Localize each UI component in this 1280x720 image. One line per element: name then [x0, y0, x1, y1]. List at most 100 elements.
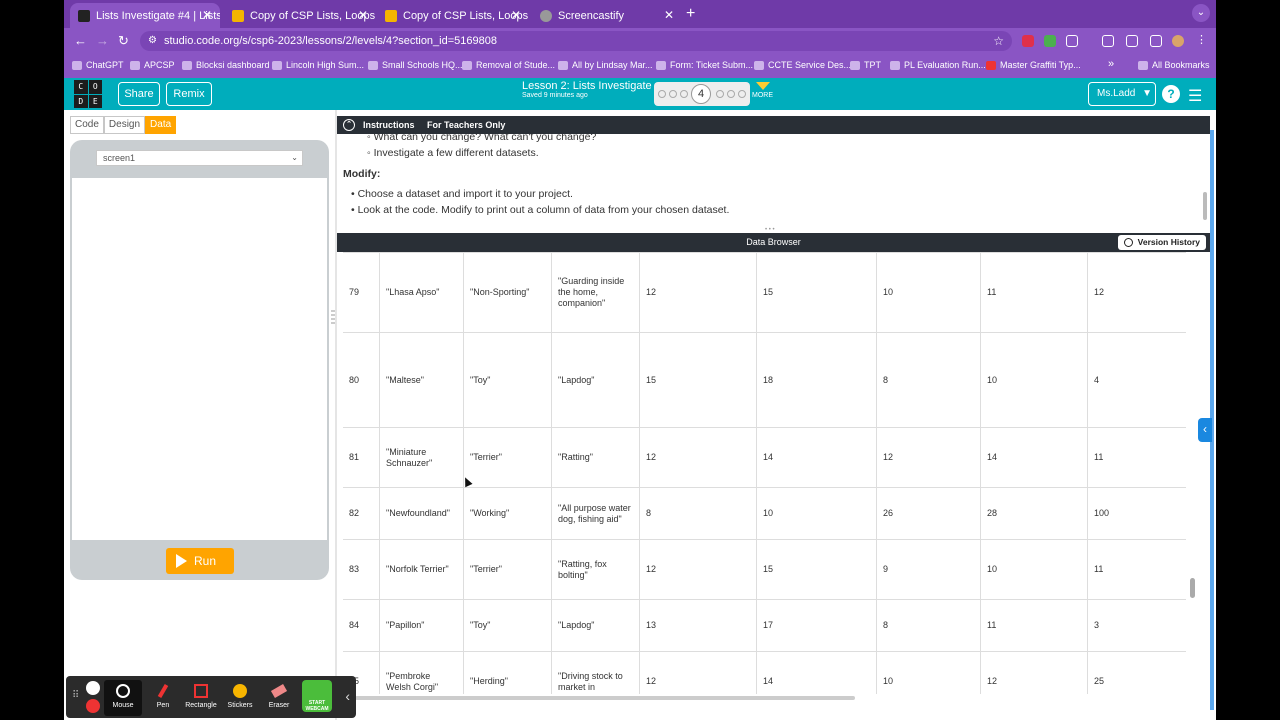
resize-handle[interactable]: • • • [337, 226, 1210, 233]
bookmark-item[interactable]: Master Graffiti Typ... [986, 60, 1081, 70]
tab-instructions[interactable]: Instructions [363, 120, 415, 130]
bookmark-item[interactable]: Form: Ticket Subm... [656, 60, 753, 70]
bookmark-item[interactable]: TPT [850, 60, 881, 70]
pause-icon[interactable] [86, 681, 100, 695]
resize-handle[interactable] [331, 310, 335, 324]
bookmark-item[interactable]: ChatGPT [72, 60, 124, 70]
scroll-thumb[interactable] [1203, 192, 1207, 220]
tab-design[interactable]: Design [103, 116, 146, 134]
level-dot[interactable] [738, 90, 746, 98]
bookmark-item[interactable]: Lincoln High Sum... [272, 60, 364, 70]
table-cell: "Norfolk Terrier" [379, 540, 463, 599]
screen-select[interactable]: screen1 ⌄ [96, 150, 303, 166]
profile-avatar[interactable] [1172, 35, 1184, 47]
site-info-icon[interactable]: ⚙ [148, 31, 157, 51]
table-cell: "Papillon" [379, 600, 463, 651]
close-icon[interactable]: ✕ [358, 8, 368, 22]
tab-for-teachers-only[interactable]: For Teachers Only [427, 120, 505, 130]
table-cell: 15 [756, 540, 876, 599]
table-cell: 11 [1087, 540, 1186, 599]
all-bookmarks[interactable]: All Bookmarks [1138, 60, 1210, 70]
help-icon[interactable]: ? [1162, 85, 1180, 103]
close-icon[interactable]: ✕ [202, 8, 212, 22]
bookmark-item[interactable]: Blocksi dashboard [182, 60, 270, 70]
scroll-thumb[interactable] [1190, 578, 1195, 598]
close-icon[interactable]: ✕ [511, 8, 521, 22]
level-dot[interactable] [669, 90, 677, 98]
share-button[interactable]: Share [118, 82, 160, 106]
tab-code[interactable]: Code [70, 116, 104, 134]
hamburger-menu-icon[interactable]: ☰ [1188, 86, 1202, 106]
reload-icon[interactable]: ↻ [118, 33, 129, 49]
collapse-toolbar-icon[interactable]: ‹ [345, 688, 350, 704]
run-button[interactable]: Run [166, 548, 234, 574]
tool-eraser[interactable]: Eraser [260, 680, 298, 716]
tab-lists-investigate[interactable]: Lists Investigate #4 | Lists, Lo ✕ [70, 3, 220, 28]
more-menu-icon[interactable]: ⋮ [1196, 33, 1207, 46]
table-row[interactable]: 80 "Maltese" "Toy" "Lapdog" 15 18 8 10 4 [343, 332, 1186, 427]
level-dot[interactable] [658, 90, 666, 98]
code-org-logo[interactable]: C O D E [74, 80, 102, 108]
drag-handle-icon[interactable]: ⠿ [72, 690, 79, 701]
bookmark-item[interactable]: APCSP [130, 60, 175, 70]
modify-heading: Modify: [343, 168, 381, 180]
more-bookmarks-icon[interactable]: » [1108, 58, 1114, 70]
table-row[interactable]: 83 "Norfolk Terrier" "Terrier" "Ratting, fo… [343, 539, 1186, 599]
tab-copy-csp-2[interactable]: Copy of CSP Lists, Loops, an ✕ [377, 3, 529, 28]
version-history-button[interactable]: Version History [1117, 235, 1206, 250]
new-tab-icon[interactable]: + [686, 5, 695, 23]
bookmark-item[interactable]: CCTE Service Des... [754, 60, 851, 70]
more-levels-button[interactable]: MORE [752, 82, 773, 99]
table-row[interactable]: 84 "Papillon" "Toy" "Lapdog" 13 17 8 11 3 [343, 599, 1186, 651]
back-icon[interactable]: ← [74, 33, 87, 48]
forward-icon[interactable]: → [96, 33, 109, 48]
bookmark-item[interactable]: PL Evaluation Run... [890, 60, 986, 70]
extension-icon[interactable] [1044, 35, 1056, 47]
bookmark-item[interactable]: Removal of Stude... [462, 60, 555, 70]
list-item: ◦ Investigate a few different datasets. [367, 147, 539, 159]
start-webcam-button[interactable]: START WEBCAM [302, 680, 332, 712]
expand-panel-icon[interactable]: ‹ [1198, 418, 1212, 442]
bookmark-item[interactable]: Small Schools HQ... [368, 60, 463, 70]
folder-icon [130, 60, 140, 70]
bookmark-star-icon[interactable]: ☆ [993, 31, 1004, 51]
table-row[interactable]: 79 "Lhasa Apso" "Non-Sporting" "Guarding in… [343, 252, 1186, 332]
instructions-scrollbar[interactable] [1202, 134, 1208, 224]
chevron-down-icon [755, 82, 770, 90]
current-level[interactable]: 4 [691, 84, 711, 104]
tool-rectangle[interactable]: Rectangle [182, 680, 220, 716]
tool-mouse[interactable]: Mouse [104, 680, 142, 716]
bookmark-item[interactable]: All by Lindsay Mar... [558, 60, 653, 70]
table-vertical-scrollbar[interactable] [1186, 252, 1200, 694]
reading-list-icon[interactable] [1102, 35, 1114, 47]
user-menu[interactable]: Ms.Ladd ▼ [1088, 82, 1156, 106]
level-dot[interactable] [727, 90, 735, 98]
extension-icon[interactable] [1022, 35, 1034, 47]
tab-search-icon[interactable]: ⌄ [1192, 4, 1210, 22]
table-cell: 10 [980, 333, 1087, 427]
remix-button[interactable]: Remix [166, 82, 212, 106]
app-screen[interactable] [72, 178, 327, 540]
tab-data[interactable]: Data [145, 116, 177, 134]
scroll-thumb[interactable] [355, 696, 855, 700]
table-cell: 12 [1087, 253, 1186, 332]
data-browser-header: Data Browser Version History [337, 233, 1210, 252]
tab-screencastify[interactable]: Screencastify ✕ [532, 3, 682, 28]
tab-copy-csp-1[interactable]: Copy of CSP Lists, Loops, an ✕ [224, 3, 376, 28]
table-cell: 13 [639, 600, 756, 651]
download-icon[interactable] [1126, 35, 1138, 47]
url-field[interactable]: ⚙ studio.code.org/s/csp6-2023/lessons/2/… [140, 31, 1012, 51]
table-row[interactable]: 82 "Newfoundland" "Working" "All purpose wa… [343, 487, 1186, 539]
close-icon[interactable]: ✕ [664, 8, 674, 22]
stop-record-icon[interactable] [86, 699, 100, 713]
bookmark-icon [890, 60, 900, 70]
level-dot[interactable] [716, 90, 724, 98]
tool-stickers[interactable]: Stickers [221, 680, 259, 716]
table-row[interactable]: 85"Pembroke Welsh Corgi""Herding""Drivin… [343, 651, 1186, 694]
side-panel-icon[interactable] [1150, 35, 1162, 47]
table-horizontal-scrollbar[interactable] [343, 694, 1186, 702]
level-dot[interactable] [680, 90, 688, 98]
tool-pen[interactable]: Pen [144, 680, 182, 716]
collapse-icon[interactable]: ⌃ [343, 119, 355, 131]
extensions-puzzle-icon[interactable] [1066, 35, 1078, 47]
